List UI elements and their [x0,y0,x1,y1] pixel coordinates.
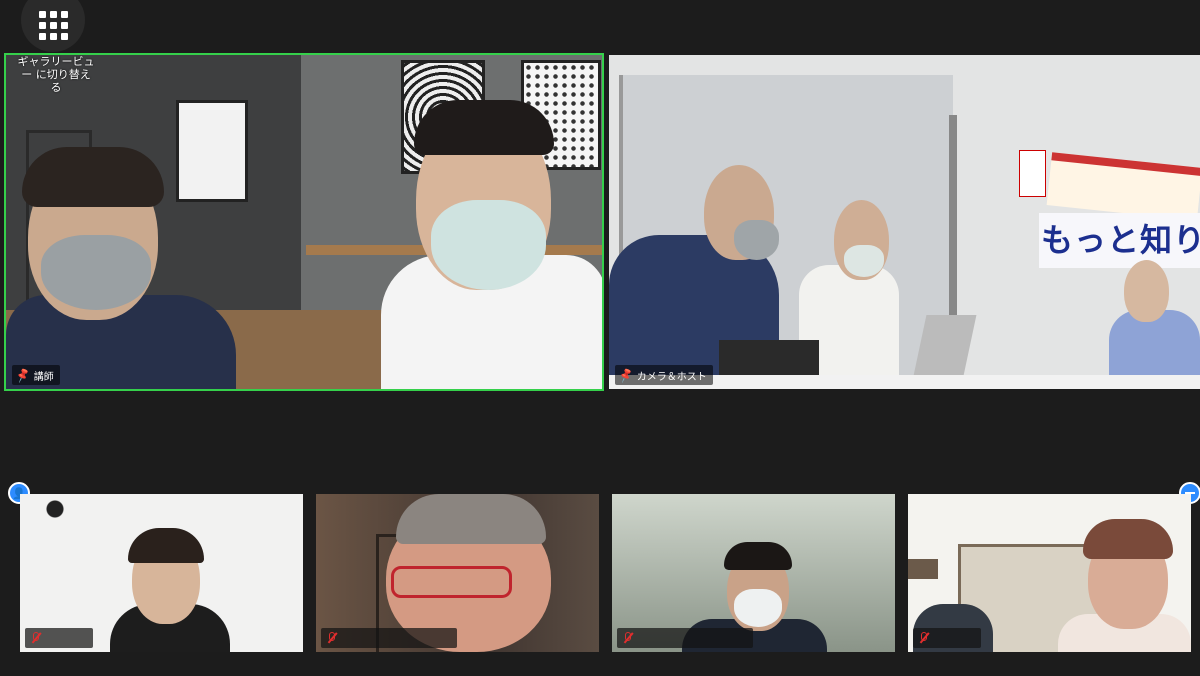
main-video-tile-camera-host[interactable]: もっと知りたい! 📌 カメラ＆ホスト [609,55,1200,389]
participant-name: 講師 [33,371,54,383]
participant-name-tag: 📌 講師 [12,365,60,385]
main-video-tile-instructor[interactable]: ギャラリービュー に切り替える 📌 講師 [4,53,604,391]
pin-icon: 📌 [617,366,635,384]
participant-name-tag [25,628,93,648]
microphone-muted-icon [327,632,338,644]
participant-name-tag [913,628,981,648]
switch-to-gallery-view[interactable]: ギャラリービュー に切り替える [16,55,96,94]
participant-name: カメラ＆ホスト [636,371,707,383]
thumbnail-tile[interactable] [20,494,303,652]
participant-name-tag [321,628,457,648]
participant-name-tag [617,628,753,648]
thumbnail-tile[interactable] [908,494,1191,652]
wall-banner: もっと知りたい! [1041,221,1200,259]
participant-name-tag: 📌 カメラ＆ホスト [615,365,713,385]
microphone-muted-icon [623,632,634,644]
thumbnail-tile[interactable] [612,494,895,652]
grid-menu-button[interactable] [21,0,85,52]
microphone-muted-icon [31,632,42,644]
grid-menu-icon [38,10,68,40]
pin-icon: 📌 [14,366,32,384]
video-feed [6,55,602,389]
video-feed: もっと知りたい! [609,55,1200,389]
microphone-muted-icon [919,632,930,644]
thumbnail-tile[interactable] [316,494,599,652]
